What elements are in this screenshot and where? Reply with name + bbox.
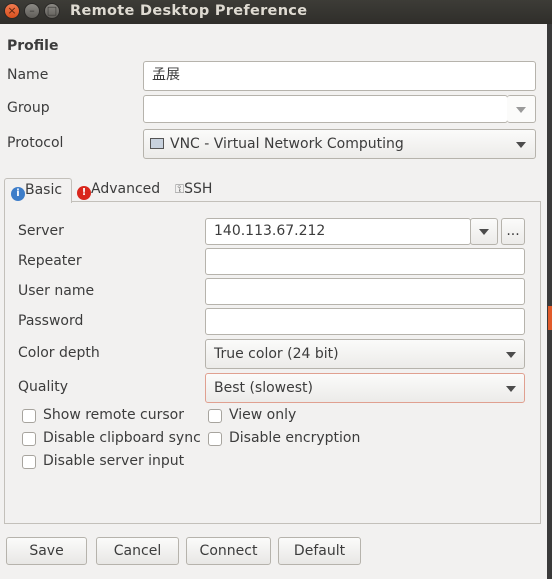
username-label: User name xyxy=(18,283,95,299)
close-window-button[interactable]: × xyxy=(4,3,20,19)
tab-advanced-label: Advanced xyxy=(91,181,161,197)
disable-encryption-checkbox[interactable] xyxy=(208,432,222,446)
color-depth-value: True color (24 bit) xyxy=(214,346,339,362)
key-icon: ⚿ xyxy=(175,182,185,196)
server-label: Server xyxy=(18,223,64,239)
view-only-checkbox[interactable] xyxy=(208,409,222,423)
repeater-field[interactable] xyxy=(205,248,525,275)
server-history-dropdown[interactable] xyxy=(470,218,498,245)
name-label: Name xyxy=(7,67,49,83)
name-field[interactable]: 孟展 xyxy=(143,61,536,91)
default-button[interactable]: Default xyxy=(278,537,361,565)
quality-value: Best (slowest) xyxy=(214,380,313,396)
username-field[interactable] xyxy=(205,278,525,305)
disable-server-input-label: Disable server input xyxy=(43,453,185,469)
disable-clipboard-sync-label: Disable clipboard sync xyxy=(43,430,201,446)
chevron-down-icon xyxy=(516,107,526,113)
minimize-window-button[interactable]: – xyxy=(24,3,40,19)
browse-server-button[interactable]: ... xyxy=(501,218,525,245)
protocol-value: VNC - Virtual Network Computing xyxy=(170,136,404,152)
disable-server-input-checkbox[interactable] xyxy=(22,455,36,469)
background-window-edge xyxy=(547,24,552,579)
quality-label: Quality xyxy=(18,379,69,395)
protocol-select[interactable]: VNC - Virtual Network Computing xyxy=(143,129,536,159)
chevron-down-icon xyxy=(479,229,489,235)
tab-advanced[interactable]: ! Advanced xyxy=(77,178,169,202)
connect-button[interactable]: Connect xyxy=(186,537,271,565)
title-bar: × – □ Remote Desktop Preference xyxy=(0,0,552,24)
save-button[interactable]: Save xyxy=(6,537,87,565)
password-field[interactable] xyxy=(205,308,525,335)
chevron-down-icon xyxy=(516,142,526,148)
group-field[interactable] xyxy=(143,95,508,123)
info-icon: i xyxy=(11,187,25,201)
view-only-label: View only xyxy=(229,407,297,423)
maximize-window-button[interactable]: □ xyxy=(44,3,60,19)
profile-section-title: Profile xyxy=(7,38,59,54)
color-depth-label: Color depth xyxy=(18,345,100,361)
group-label: Group xyxy=(7,100,50,116)
cancel-button[interactable]: Cancel xyxy=(96,537,179,565)
protocol-label: Protocol xyxy=(7,135,64,151)
quality-select[interactable]: Best (slowest) xyxy=(205,373,525,403)
chevron-down-icon xyxy=(506,352,516,358)
tab-ssh-label: SSH xyxy=(184,181,213,197)
color-depth-select[interactable]: True color (24 bit) xyxy=(205,339,525,369)
show-remote-cursor-checkbox[interactable] xyxy=(22,409,36,423)
warning-icon: ! xyxy=(77,186,91,200)
remote-desktop-icon xyxy=(150,138,164,149)
password-label: Password xyxy=(18,313,84,329)
window-title: Remote Desktop Preference xyxy=(70,3,308,19)
background-window-accent xyxy=(548,306,552,330)
tab-basic-label: Basic xyxy=(25,182,63,198)
chevron-down-icon xyxy=(506,386,516,392)
show-remote-cursor-label: Show remote cursor xyxy=(43,407,184,423)
repeater-label: Repeater xyxy=(18,253,82,269)
disable-encryption-label: Disable encryption xyxy=(229,430,361,446)
tab-basic[interactable]: i Basic xyxy=(4,178,72,203)
group-dropdown-button[interactable] xyxy=(507,95,536,123)
tab-ssh[interactable]: ⚿SSH xyxy=(175,178,235,202)
disable-clipboard-sync-checkbox[interactable] xyxy=(22,432,36,446)
server-field[interactable]: 140.113.67.212 xyxy=(205,218,471,245)
